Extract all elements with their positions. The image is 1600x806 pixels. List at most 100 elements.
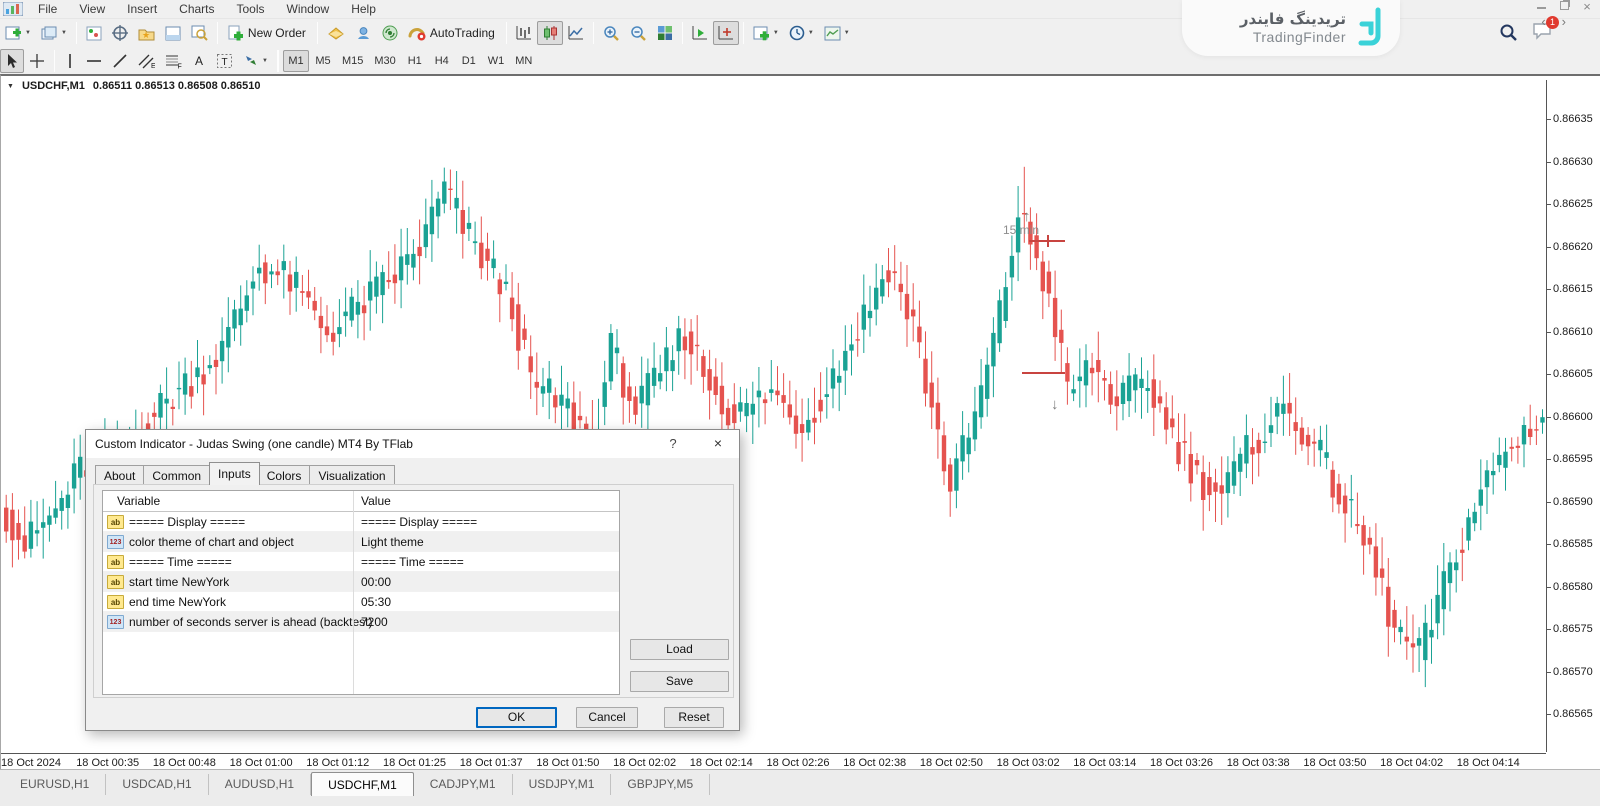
timeframe-D1[interactable]: D1 — [456, 50, 482, 72]
parameter-row[interactable]: ab===== Time ========== Time ===== — [103, 552, 619, 572]
parameter-value[interactable]: 05:30 — [361, 595, 391, 609]
minimize-button[interactable] — [1534, 1, 1548, 13]
parameter-value[interactable]: ===== Time ===== — [361, 555, 464, 569]
menu-insert[interactable]: Insert — [116, 1, 168, 17]
chart-tab-CADJPY-M1[interactable]: CADJPY,M1 — [414, 774, 513, 795]
menu-file[interactable]: File — [27, 1, 68, 17]
chart-tab-EURUSD-H1[interactable]: EURUSD,H1 — [4, 774, 106, 795]
tab-scroll-right-icon[interactable]: › — [1562, 14, 1566, 29]
number-type-icon: 123 — [107, 535, 124, 549]
price-axis[interactable]: 0.866350.866300.866250.866200.866150.866… — [1546, 80, 1600, 752]
timeframe-M5[interactable]: M5 — [310, 50, 336, 72]
templates-button[interactable]: ▼ — [819, 21, 855, 45]
auto-scroll-button[interactable] — [687, 21, 713, 45]
new-chart-button[interactable]: ▼ — [0, 21, 36, 45]
dialog-tab-colors[interactable]: Colors — [259, 465, 311, 485]
timeframe-H4[interactable]: H4 — [429, 50, 455, 72]
timeframe-H1[interactable]: H1 — [402, 50, 428, 72]
parameter-row[interactable]: 123color theme of chart and objectLight … — [103, 532, 619, 552]
candlestick-type-button[interactable] — [537, 21, 563, 45]
parameter-row[interactable]: ab===== Display ========== Display ===== — [103, 512, 619, 532]
search-icon[interactable] — [1499, 23, 1518, 42]
menu-window[interactable]: Window — [276, 1, 341, 17]
string-type-icon: ab — [107, 515, 124, 529]
dialog-tab-about[interactable]: About — [95, 465, 144, 485]
autotrading-button[interactable]: AutoTrading — [403, 21, 502, 45]
data-window-button[interactable] — [107, 21, 133, 45]
time-axis-label: 18 Oct 02:38 — [843, 757, 906, 769]
save-button[interactable]: Save — [630, 671, 729, 692]
vertical-line-tool[interactable] — [59, 49, 81, 73]
community-button[interactable] — [350, 21, 377, 45]
fibonacci-tool[interactable]: F — [160, 49, 187, 73]
menu-view[interactable]: View — [68, 1, 116, 17]
load-button[interactable]: Load — [630, 639, 729, 660]
horizontal-line-tool[interactable] — [81, 49, 107, 73]
parameter-value[interactable]: 00:00 — [361, 575, 391, 589]
parameters-table[interactable]: Variable Value ab===== Display =========… — [102, 490, 620, 695]
parameter-value[interactable]: ===== Display ===== — [361, 515, 477, 529]
chart-tab-USDJPY-M1[interactable]: USDJPY,M1 — [513, 774, 612, 795]
line-chart-type-button[interactable] — [563, 21, 589, 45]
tile-windows-button[interactable] — [652, 21, 678, 45]
dialog-close-button[interactable]: × — [709, 435, 727, 451]
time-axis-label: 18 Oct 03:38 — [1227, 757, 1290, 769]
close-button[interactable]: × — [1580, 1, 1594, 13]
parameter-row[interactable]: abstart time NewYork00:00 — [103, 572, 619, 592]
timeframe-M15[interactable]: M15 — [337, 50, 368, 72]
timeframe-M1[interactable]: M1 — [283, 50, 309, 72]
chart-tab-USDCAD-H1[interactable]: USDCAD,H1 — [106, 774, 208, 795]
dialog-tab-visualization[interactable]: Visualization — [310, 465, 394, 485]
zoom-out-button[interactable] — [625, 21, 652, 45]
market-watch-button[interactable] — [81, 21, 107, 45]
cancel-button[interactable]: Cancel — [576, 707, 638, 728]
strategy-tester-button[interactable] — [186, 21, 213, 45]
cursor-tool[interactable] — [0, 49, 24, 73]
menu-help[interactable]: Help — [340, 1, 387, 17]
time-axis-label: 18 Oct 04:14 — [1457, 757, 1520, 769]
timeframe-MN[interactable]: MN — [510, 50, 537, 72]
navigator-button[interactable]: ★ — [133, 21, 160, 45]
time-axis-label: 18 Oct 01:25 — [383, 757, 446, 769]
tab-scroll-left-icon[interactable]: ‹ — [1541, 14, 1545, 29]
trendline-tool[interactable] — [107, 49, 133, 73]
arrows-tool[interactable]: ▼ — [238, 49, 273, 73]
app-icon — [3, 2, 23, 16]
crosshair-tool[interactable] — [24, 49, 50, 73]
parameter-row[interactable]: abend time NewYork05:30 — [103, 592, 619, 612]
terminal-button[interactable] — [160, 21, 186, 45]
parameter-value[interactable]: 7200 — [361, 615, 388, 629]
quote-collapse-icon[interactable]: ▼ — [7, 83, 14, 90]
bar-chart-type-button[interactable] — [511, 21, 537, 45]
timeframe-M30[interactable]: M30 — [369, 50, 400, 72]
indicators-button[interactable]: ▼ — [748, 21, 784, 45]
text-label-tool[interactable]: T — [211, 49, 238, 73]
chart-tab-AUDUSD-H1[interactable]: AUDUSD,H1 — [209, 774, 311, 795]
dialog-title-bar[interactable]: Custom Indicator - Judas Swing (one cand… — [86, 430, 739, 458]
dialog-tab-inputs[interactable]: Inputs — [209, 462, 260, 485]
equidistant-channel-tool[interactable]: E — [133, 49, 160, 73]
ok-button[interactable]: OK — [476, 707, 557, 728]
zoom-in-button[interactable] — [598, 21, 625, 45]
restore-button[interactable] — [1557, 1, 1571, 13]
menu-items: FileViewInsertChartsToolsWindowHelp — [27, 1, 387, 17]
new-order-button[interactable]: New Order — [222, 21, 313, 45]
text-tool[interactable]: A — [187, 49, 211, 73]
periods-button[interactable]: ▼ — [784, 21, 819, 45]
menu-tools[interactable]: Tools — [226, 1, 276, 17]
parameter-value[interactable]: Light theme — [361, 535, 424, 549]
parameter-row[interactable]: 123number of seconds server is ahead (ba… — [103, 612, 619, 632]
dialog-help-button[interactable]: ? — [665, 436, 681, 451]
chart-tab-GBPJPY-M5[interactable]: GBPJPY,M5 — [611, 774, 710, 795]
timeframe-W1[interactable]: W1 — [483, 50, 510, 72]
reset-button[interactable]: Reset — [664, 707, 724, 728]
chart-tab-USDCHF-M1[interactable]: USDCHF,M1 — [311, 772, 414, 796]
menu-charts[interactable]: Charts — [168, 1, 225, 17]
metaeditor-button[interactable] — [322, 21, 350, 45]
dialog-tab-common[interactable]: Common — [144, 465, 210, 485]
time-axis-label: 18 Oct 01:37 — [460, 757, 523, 769]
signals-button[interactable] — [377, 21, 403, 45]
judas-low-line — [1022, 372, 1065, 374]
chart-shift-button[interactable] — [713, 21, 739, 45]
profiles-button[interactable]: ▼ — [36, 21, 72, 45]
